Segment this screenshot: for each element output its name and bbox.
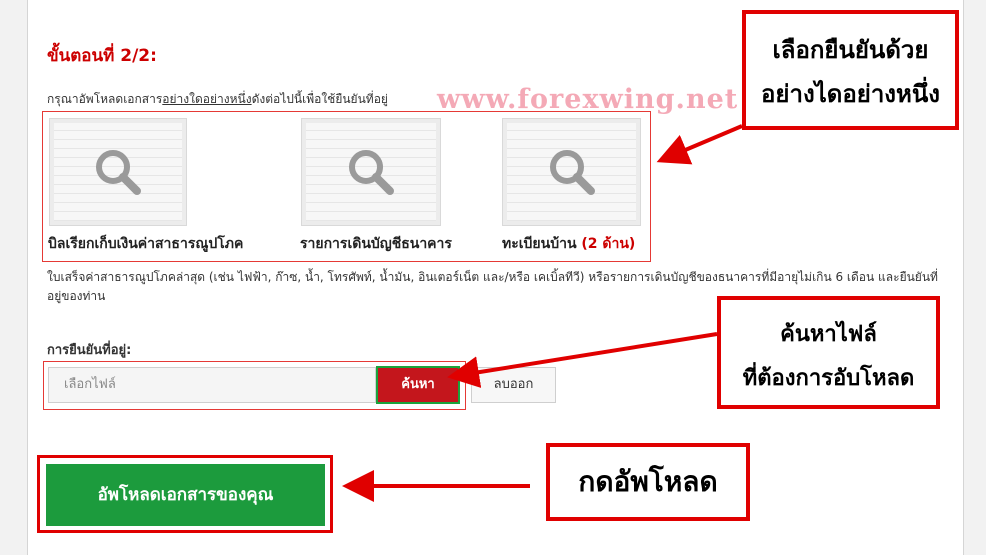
arrow-to-browse — [447, 332, 718, 388]
arrow-to-documents — [656, 124, 743, 165]
callout-arrows — [342, 124, 743, 502]
